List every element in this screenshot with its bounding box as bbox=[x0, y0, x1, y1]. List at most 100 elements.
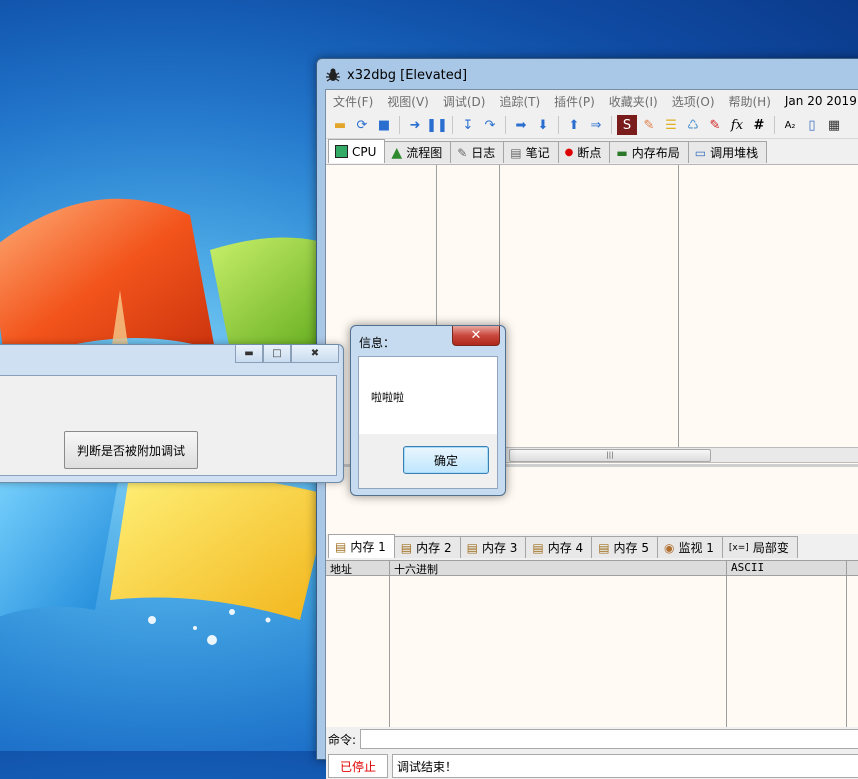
toolbar-separator bbox=[399, 116, 400, 134]
calculator-icon[interactable]: ▦ bbox=[824, 115, 844, 135]
caption-buttons: ▬ □ ✖ bbox=[235, 345, 339, 363]
dump-header: 地址 十六进制 ASCII bbox=[326, 561, 858, 576]
menu-file[interactable]: 文件(F) bbox=[326, 93, 380, 110]
maximize-icon[interactable]: □ bbox=[263, 345, 291, 363]
window-title: x32dbg [Elevated] bbox=[347, 67, 468, 83]
stop-icon[interactable]: ■ bbox=[374, 115, 394, 135]
tab-graph[interactable]: ▲ 流程图 bbox=[384, 141, 452, 163]
open-folder-icon[interactable]: ▬ bbox=[330, 115, 350, 135]
tab-dump-5[interactable]: ▤ 内存 5 bbox=[591, 536, 658, 558]
command-input[interactable] bbox=[360, 729, 858, 749]
hash-icon[interactable]: # bbox=[749, 115, 769, 135]
tab-cpu[interactable]: CPU bbox=[328, 139, 386, 163]
trace-over-icon[interactable]: ⬇ bbox=[533, 115, 553, 135]
tab-dump-3[interactable]: ▤ 内存 3 bbox=[459, 536, 527, 558]
menu-options[interactable]: 选项(O) bbox=[665, 93, 722, 110]
run-to-user-code-icon[interactable]: ⇒ bbox=[586, 115, 606, 135]
column-divider bbox=[846, 561, 847, 727]
tab-cpu-label: CPU bbox=[352, 144, 377, 159]
tab-dump-2[interactable]: ▤ 内存 2 bbox=[393, 536, 461, 558]
tab-log[interactable]: ✎ 日志 bbox=[450, 141, 505, 163]
memory-dump-view[interactable]: 地址 十六进制 ASCII bbox=[326, 560, 858, 727]
call-stack-icon: ▭ bbox=[694, 145, 707, 160]
notes-icon: ▤ bbox=[510, 145, 522, 160]
locals-icon: [x=] bbox=[728, 542, 749, 553]
toolbar: ▬ ⟳ ■ ➜ ❚❚ ↧ ↷ ➡ ⬇ ⬆ ⇒ S ✎ ☰ ♺ ✎ fx # A₂… bbox=[326, 112, 858, 139]
tab-dump-1[interactable]: ▤ 内存 1 bbox=[328, 534, 395, 558]
run-icon[interactable]: ➜ bbox=[405, 115, 425, 135]
command-label: 命令: bbox=[328, 732, 357, 747]
font-icon[interactable]: A₂ bbox=[780, 115, 800, 135]
menu-favourites[interactable]: 收藏夹(I) bbox=[602, 93, 665, 110]
functions-icon[interactable]: fx bbox=[727, 115, 747, 135]
labels-icon[interactable]: ♺ bbox=[683, 115, 703, 135]
close-icon[interactable]: ✕ bbox=[452, 326, 500, 346]
patch-icon[interactable]: ✎ bbox=[639, 115, 659, 135]
dialog-body: 啦啦啦 bbox=[358, 356, 498, 435]
main-tabs: CPU ▲ 流程图 ✎ 日志 ▤ 笔记 ● 断点 ▬ 内存布局 ▭ 调用堆栈 bbox=[326, 139, 858, 163]
header-ascii[interactable]: ASCII bbox=[731, 561, 764, 574]
tab-memory-map-label: 内存布局 bbox=[631, 146, 680, 160]
memory-icon: ▤ bbox=[400, 540, 413, 555]
bookmarks-icon[interactable]: ✎ bbox=[705, 115, 725, 135]
step-into-icon[interactable]: ↧ bbox=[458, 115, 478, 135]
tab-log-label: 日志 bbox=[471, 146, 496, 160]
status-badge: 已停止 bbox=[328, 754, 388, 778]
tab-watch-1-label: 监视 1 bbox=[678, 541, 714, 555]
memory-chip-icon: ▬ bbox=[616, 145, 628, 160]
memory-icon: ▤ bbox=[598, 540, 610, 555]
tab-watch-1[interactable]: ◉ 监视 1 bbox=[656, 536, 723, 558]
memory-tabs: ▤ 内存 1 ▤ 内存 2 ▤ 内存 3 ▤ 内存 4 ▤ 内存 5 ◉ 监视 … bbox=[326, 534, 858, 558]
tab-notes-label: 笔记 bbox=[525, 146, 550, 160]
tab-dump-3-label: 内存 3 bbox=[481, 541, 518, 555]
tab-graph-label: 流程图 bbox=[406, 146, 443, 160]
log-icon: ✎ bbox=[457, 145, 468, 160]
breakpoint-icon: ● bbox=[564, 147, 574, 158]
toolbar-separator bbox=[774, 116, 775, 134]
tab-locals[interactable]: [x=] 局部变 bbox=[721, 536, 798, 558]
menu-plugins[interactable]: 插件(P) bbox=[547, 93, 602, 110]
execute-till-return-icon[interactable]: ⬆ bbox=[564, 115, 584, 135]
tab-call-stack[interactable]: ▭ 调用堆栈 bbox=[687, 141, 768, 163]
close-icon[interactable]: ✖ bbox=[291, 345, 339, 363]
tab-notes[interactable]: ▤ 笔记 bbox=[503, 141, 559, 163]
tree-icon: ▲ bbox=[391, 144, 403, 161]
trace-into-icon[interactable]: ➡ bbox=[511, 115, 531, 135]
menu-help[interactable]: 帮助(H) bbox=[722, 93, 778, 110]
menu-view[interactable]: 视图(V) bbox=[380, 93, 436, 110]
cpu-icon bbox=[335, 145, 348, 158]
title-bar[interactable]: x32dbg [Elevated] bbox=[325, 65, 467, 85]
toolbar-separator bbox=[611, 116, 612, 134]
build-date: Jan 20 2019 bbox=[784, 94, 857, 108]
usb-icon[interactable]: ▯ bbox=[802, 115, 822, 135]
tab-breakpoints[interactable]: ● 断点 bbox=[557, 141, 611, 163]
horizontal-scrollbar[interactable]: ||| bbox=[504, 447, 858, 463]
status-bar: 已停止 调试结束！ bbox=[326, 753, 858, 779]
menu-trace[interactable]: 追踪(T) bbox=[492, 93, 547, 110]
dialog-title: 信息： bbox=[359, 336, 396, 350]
tab-memory-map[interactable]: ▬ 内存布局 bbox=[609, 141, 689, 163]
scrollbar-thumb[interactable]: ||| bbox=[509, 449, 711, 462]
dialog-message: 啦啦啦 bbox=[371, 391, 404, 404]
tab-call-stack-label: 调用堆栈 bbox=[710, 146, 759, 160]
tab-dump-4[interactable]: ▤ 内存 4 bbox=[525, 536, 593, 558]
pause-icon[interactable]: ❚❚ bbox=[426, 115, 448, 135]
tab-locals-label: 局部变 bbox=[752, 541, 789, 555]
command-bar: 命令: bbox=[326, 728, 858, 750]
ok-button[interactable]: 确定 bbox=[403, 446, 489, 474]
scylla-icon[interactable]: S bbox=[617, 115, 637, 135]
column-divider bbox=[678, 165, 679, 447]
bug-icon bbox=[326, 68, 340, 82]
menu-debug[interactable]: 调试(D) bbox=[436, 93, 493, 110]
restart-icon[interactable]: ⟳ bbox=[352, 115, 372, 135]
check-debugger-button[interactable]: 判断是否被附加调试 bbox=[64, 431, 198, 469]
memory-icon: ▤ bbox=[335, 539, 347, 554]
comments-icon[interactable]: ☰ bbox=[661, 115, 681, 135]
tab-breakpoints-label: 断点 bbox=[577, 146, 602, 160]
dialog-footer: 确定 bbox=[358, 434, 498, 489]
step-over-icon[interactable]: ↷ bbox=[480, 115, 500, 135]
minimize-icon[interactable]: ▬ bbox=[235, 345, 263, 363]
header-hex[interactable]: 十六进制 bbox=[394, 561, 438, 577]
header-address[interactable]: 地址 bbox=[330, 561, 352, 577]
menu-bar: 文件(F) 视图(V) 调试(D) 追踪(T) 插件(P) 收藏夹(I) 选项(… bbox=[326, 90, 858, 112]
